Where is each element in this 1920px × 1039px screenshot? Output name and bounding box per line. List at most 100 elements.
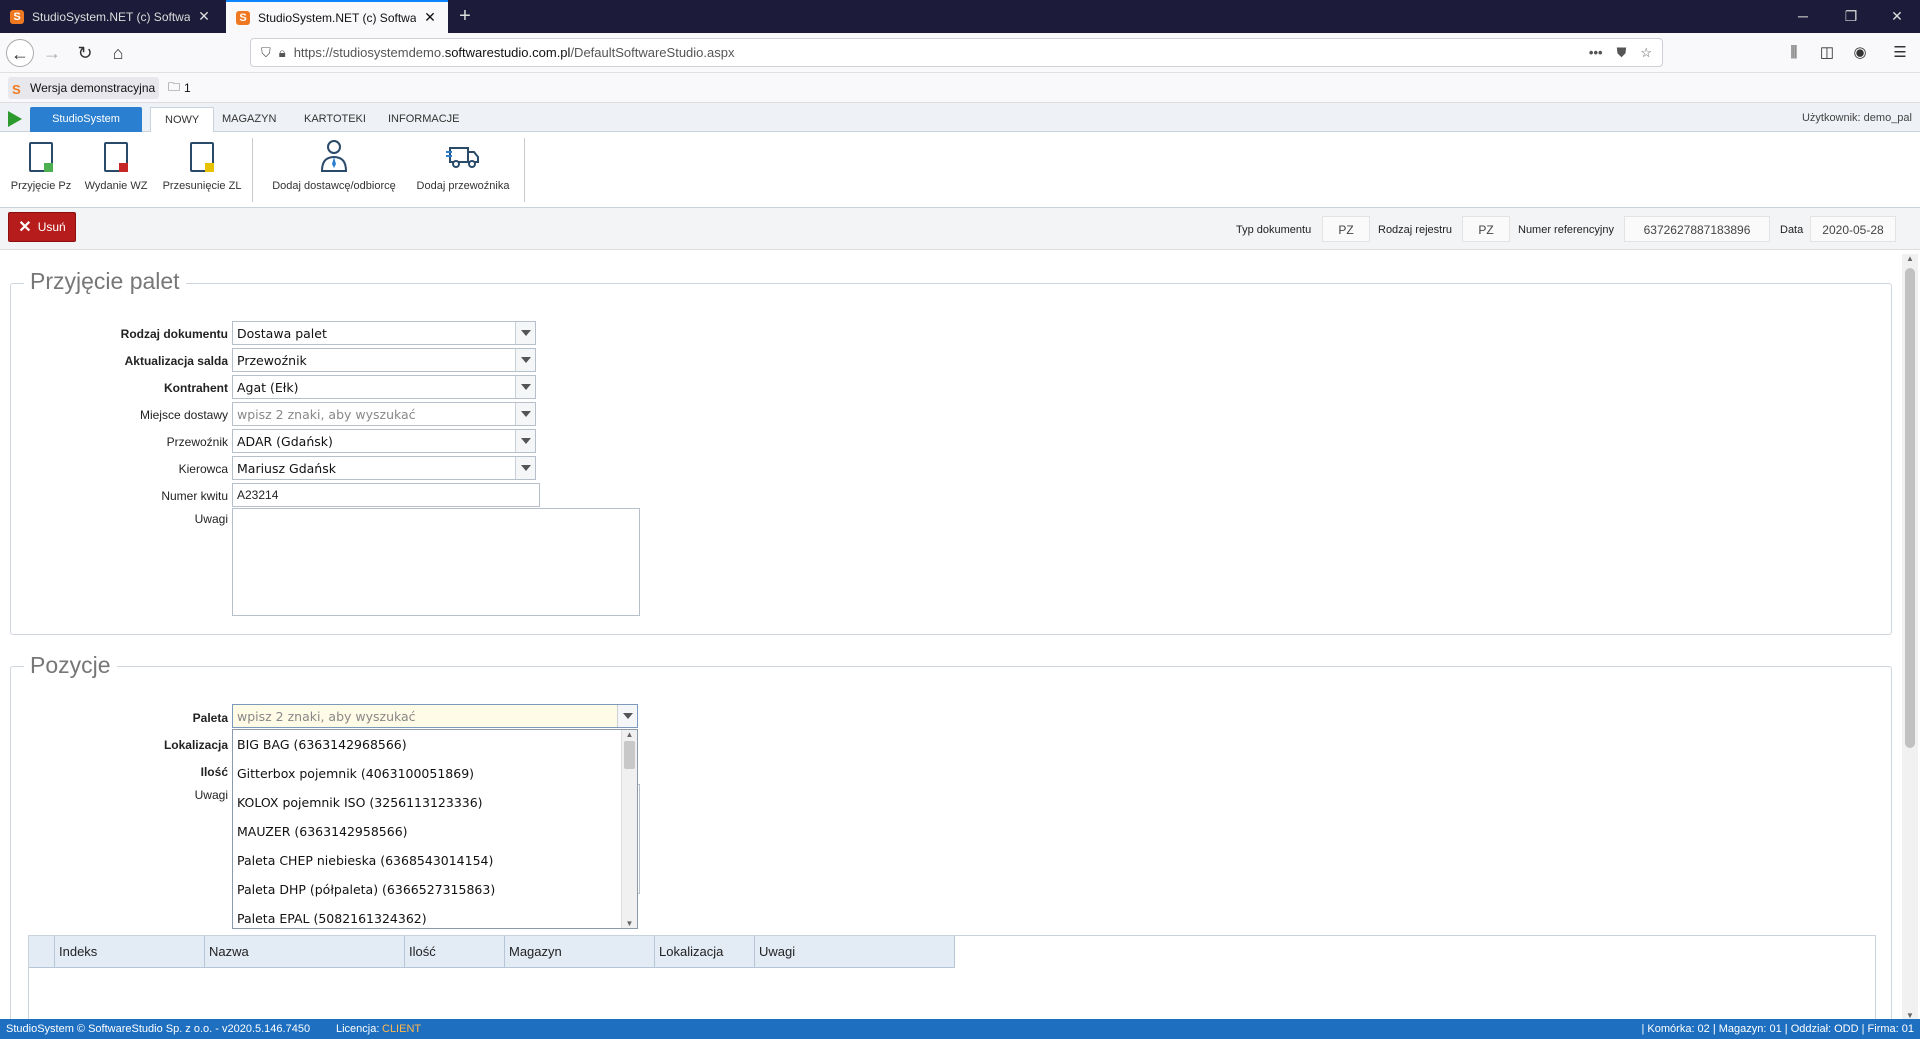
dropdown-scrollbar[interactable]: ▲ ▼ [621,730,637,928]
browser-tab-1[interactable]: S StudioSystem.NET (c) Software ✕ [0,0,222,33]
wydanie-wz-button[interactable]: Wydanie WZ [80,138,152,202]
list-item[interactable]: Paleta DHP (półpaleta) (6366527315863) [233,875,637,904]
list-item[interactable]: MAUZER (6363142958566) [233,817,637,846]
copyright-text: StudioSystem © SoftwareStudio Sp. z o.o.… [6,1023,311,1035]
forward-icon[interactable]: → [38,39,66,67]
grid-header-uwagi[interactable]: Uwagi [755,936,955,968]
account-icon[interactable]: ◉ [1848,41,1872,65]
bookmark-label: 1 [184,81,191,95]
field-label: Paleta [192,711,228,725]
chevron-down-icon[interactable] [515,322,535,344]
more-icon[interactable]: ••• [1589,45,1603,60]
new-tab-icon[interactable]: + [452,4,478,30]
grid-header-nazwa[interactable]: Nazwa [205,936,405,968]
field-label: Rodzaj dokumentu [120,327,228,341]
close-window-icon[interactable]: ✕ [1874,0,1920,33]
bookmark-folder[interactable]: 🗀 1 [164,77,195,99]
select-value: Przewoźnik [237,352,307,368]
bookmark-demo[interactable]: S Wersja demonstracyjna [8,77,160,99]
play-icon[interactable] [8,111,22,127]
chevron-down-icon[interactable] [617,705,637,727]
list-item[interactable]: Paleta CHEP niebieska (6368543014154) [233,846,637,875]
bookmark-star-icon[interactable]: ☆ [1640,45,1652,61]
grid-header-ilosc[interactable]: Ilość [405,936,505,968]
field-label: Uwagi [194,788,228,802]
tab-magazyn[interactable]: MAGAZYN [208,107,290,132]
restore-icon[interactable]: ❐ [1828,0,1874,33]
scroll-up-icon[interactable]: ▲ [1902,254,1918,263]
chevron-down-icon[interactable] [515,430,535,452]
select-value: ADAR (Gdańsk) [237,433,333,449]
pocket-icon[interactable]: ⛊ [1617,45,1627,61]
tab-nowy[interactable]: NOWY [150,107,215,133]
notes-textarea[interactable] [232,508,640,616]
list-item[interactable]: BIG BAG (6363142968566) [233,730,637,759]
add-carrier-button[interactable]: Dodaj przewoźnika [410,138,516,202]
menu-icon[interactable]: ☰ [1888,41,1912,65]
ribbon-label: Przesunięcie ZL [162,180,242,192]
studiosystem-favicon-icon: S [236,10,250,25]
field-label: Uwagi [194,512,228,526]
field-label: Aktualizacja salda [124,354,228,368]
list-item[interactable]: KOLOX pojemnik ISO (3256113123336) [233,788,637,817]
tab-informacje[interactable]: INFORMACJE [374,107,474,132]
przesuniecie-zl-button[interactable]: Przesunięcie ZL [160,138,244,202]
register-value: PZ [1462,216,1510,242]
url-bar[interactable]: ⛉ 🔒︎ https://studiosystemdemo. softwarest… [250,38,1663,67]
delete-button[interactable]: ✕ Usuń [8,212,76,242]
carrier-select[interactable]: ADAR (Gdańsk) [232,429,536,453]
person-icon [320,140,348,172]
tab-studiosystem[interactable]: StudioSystem [30,107,142,132]
doc-type-label: Typ dokumentu [1236,224,1312,236]
scroll-down-icon[interactable]: ▼ [622,919,637,928]
date-value: 2020-05-28 [1810,216,1896,242]
receipt-number-input[interactable]: A23214 [232,483,540,507]
chevron-down-icon[interactable] [515,376,535,398]
ribbon-tabs: StudioSystem NOWY MAGAZYN KARTOTEKI INFO… [0,103,1920,133]
bookmark-label: Wersja demonstracyjna [30,81,156,95]
document-kind-select[interactable]: Dostawa palet [232,321,536,345]
list-item[interactable]: Gitterbox pojemnik (4063100051869) [233,759,637,788]
chevron-down-icon[interactable] [515,457,535,479]
tab-kartoteki[interactable]: KARTOTEKI [290,107,380,132]
przyjecie-pz-button[interactable]: Przyjęcie Pz [8,138,74,202]
lock-icon: 🔒︎ [278,44,286,60]
driver-select[interactable]: Mariusz Gdańsk [232,456,536,480]
browser-tab-2[interactable]: S StudioSystem.NET (c) Software ✕ [226,0,448,33]
status-bar: StudioSystem © SoftwareStudio Sp. z o.o.… [0,1019,1920,1039]
close-icon: ✕ [18,219,32,236]
add-supplier-button[interactable]: Dodaj dostawcę/odbiorcę [264,138,404,202]
chevron-down-icon[interactable] [515,349,535,371]
delivery-place-select[interactable]: wpisz 2 znaki, aby wyszukać [232,402,536,426]
tab-title: StudioSystem.NET (c) Software [32,9,190,24]
close-tab-icon[interactable]: ✕ [422,9,438,26]
grid-header-lokalizacja[interactable]: Lokalizacja [655,936,755,968]
bookmarks-bar: S Wersja demonstracyjna 🗀 1 [0,73,1920,103]
list-item[interactable]: Paleta EPAL (5082161324362) [233,904,637,933]
chevron-down-icon[interactable] [515,403,535,425]
positions-legend: Pozycje [24,652,117,679]
ribbon-label: Dodaj przewoźnika [416,180,510,192]
minimize-icon[interactable]: ─ [1780,0,1826,33]
balance-update-select[interactable]: Przewoźnik [232,348,536,372]
grid-header-magazyn[interactable]: Magazyn [505,936,655,968]
contractor-select[interactable]: Agat (Ełk) [232,375,536,399]
scroll-up-icon[interactable]: ▲ [622,730,637,739]
pallet-search-input[interactable]: wpisz 2 znaki, aby wyszukać [232,704,638,728]
url-path: /DefaultSoftwareStudio.aspx [570,45,735,60]
license-value: CLIENT [382,1023,422,1035]
library-icon[interactable]: ⫼ [1782,41,1806,65]
ribbon-separator [524,138,525,202]
scroll-thumb[interactable] [1905,268,1915,748]
home-icon[interactable]: ⌂ [104,39,132,67]
close-tab-icon[interactable]: ✕ [196,8,212,25]
reload-icon[interactable]: ↻ [71,39,99,67]
back-icon[interactable]: ← [6,39,34,67]
grid-header-select[interactable] [29,936,55,968]
page-scrollbar[interactable]: ▲ ▼ [1902,254,1918,1020]
grid-header-indeks[interactable]: Indeks [55,936,205,968]
select-value: Mariusz Gdańsk [237,460,336,476]
sidebar-icon[interactable]: ◫ [1815,41,1839,65]
scroll-thumb[interactable] [624,741,635,769]
license-label: Licencja: [336,1023,380,1035]
